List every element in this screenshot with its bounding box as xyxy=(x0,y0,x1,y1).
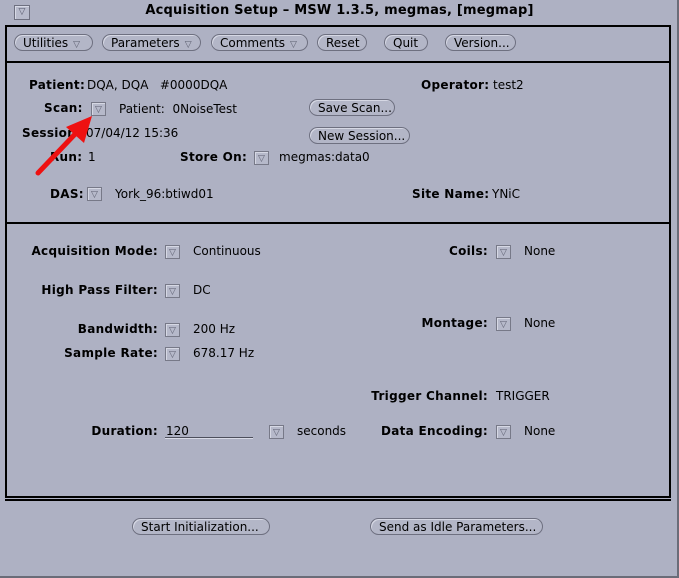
send-idle-parameters-button[interactable]: Send as Idle Parameters... xyxy=(370,518,543,535)
montage-value: None xyxy=(524,316,556,330)
divider-actions xyxy=(5,499,671,501)
annotation-arrow xyxy=(35,116,92,176)
scan-value: Patient: 0NoiseTest xyxy=(119,102,238,116)
coils-value: None xyxy=(524,244,556,258)
triangle-down-icon: ▽ xyxy=(169,350,176,360)
start-initialization-button[interactable]: Start Initialization... xyxy=(132,518,270,535)
patient-label: Patient: xyxy=(29,78,86,92)
triangle-down-icon: ▽ xyxy=(500,248,507,258)
sample-rate-label: Sample Rate: xyxy=(64,346,158,360)
version-button[interactable]: Version... xyxy=(445,34,516,51)
triangle-down-icon: ▽ xyxy=(169,287,176,297)
chevron-down-icon: ▽ xyxy=(73,40,81,50)
triangle-down-icon: ▽ xyxy=(500,320,507,330)
high-pass-filter-value: DC xyxy=(193,283,211,297)
quit-button[interactable]: Quit xyxy=(384,34,428,51)
high-pass-filter-label: High Pass Filter: xyxy=(41,283,158,297)
triangle-down-icon: ▽ xyxy=(91,190,98,200)
patient-value: DQA, DQA #0000DQA xyxy=(87,78,228,92)
site-name-value: YNiC xyxy=(492,187,521,201)
chevron-down-icon: ▽ xyxy=(290,40,297,50)
sample-rate-dropdown[interactable]: ▽ xyxy=(165,347,180,361)
coils-label: Coils: xyxy=(448,244,488,258)
parameters-label: Parameters xyxy=(111,36,180,50)
bandwidth-dropdown[interactable]: ▽ xyxy=(165,323,180,337)
save-scan-button[interactable]: Save Scan... xyxy=(309,99,395,116)
montage-label: Montage: xyxy=(421,316,488,330)
montage-dropdown[interactable]: ▽ xyxy=(496,317,511,331)
trigger-channel-value: TRIGGER xyxy=(496,389,550,403)
sample-rate-value: 678.17 Hz xyxy=(193,346,255,360)
duration-unit: seconds xyxy=(297,424,347,438)
store-on-value: megmas:data0 xyxy=(279,150,370,164)
trigger-channel-label: Trigger Channel: xyxy=(371,389,488,403)
arrow-shaft xyxy=(35,128,81,176)
triangle-down-icon: ▽ xyxy=(169,326,176,336)
store-on-label: Store On: xyxy=(180,150,248,164)
operator-value: test2 xyxy=(493,78,524,92)
window-title: Acquisition Setup – MSW 1.3.5, megmas, [… xyxy=(145,3,534,18)
comments-label: Comments xyxy=(220,36,286,50)
comments-menu-button[interactable]: Comments ▽ xyxy=(211,34,308,51)
divider-toolbar xyxy=(5,61,671,63)
data-encoding-label: Data Encoding: xyxy=(380,424,488,438)
triangle-down-icon: ▽ xyxy=(273,428,280,438)
chevron-down-icon: ▽ xyxy=(184,40,192,50)
duration-input[interactable]: 120 xyxy=(166,424,189,438)
store-on-dropdown[interactable]: ▽ xyxy=(254,151,269,165)
new-session-button[interactable]: New Session... xyxy=(309,127,410,144)
das-value: York_96:btiwd01 xyxy=(115,187,214,201)
operator-label: Operator: xyxy=(421,78,490,92)
high-pass-filter-dropdown[interactable]: ▽ xyxy=(165,284,180,298)
triangle-down-icon: ▽ xyxy=(169,248,176,258)
acquisition-mode-label: Acquisition Mode: xyxy=(31,244,158,258)
das-dropdown[interactable]: ▽ xyxy=(87,187,102,201)
bandwidth-label: Bandwidth: xyxy=(77,322,158,336)
utilities-label: Utilities xyxy=(23,36,69,50)
duration-unit-dropdown[interactable]: ▽ xyxy=(269,425,284,439)
divider-session xyxy=(5,222,671,224)
triangle-down-icon: ▽ xyxy=(258,154,265,164)
duration-label: Duration: xyxy=(91,424,158,438)
data-encoding-value: None xyxy=(524,424,556,438)
acquisition-mode-dropdown[interactable]: ▽ xyxy=(165,245,180,259)
data-encoding-dropdown[interactable]: ▽ xyxy=(496,425,511,439)
acquisition-mode-value: Continuous xyxy=(193,244,261,258)
reset-button[interactable]: Reset xyxy=(317,34,367,51)
duration-input-underline xyxy=(165,437,253,439)
coils-dropdown[interactable]: ▽ xyxy=(496,245,511,259)
site-name-label: Site Name: xyxy=(412,187,490,201)
triangle-down-icon: ▽ xyxy=(500,428,507,438)
parameters-menu-button[interactable]: Parameters ▽ xyxy=(102,34,201,51)
das-label: DAS: xyxy=(50,187,84,201)
utilities-menu-button[interactable]: Utilities ▽ xyxy=(14,34,93,51)
bandwidth-value: 200 Hz xyxy=(193,322,236,336)
